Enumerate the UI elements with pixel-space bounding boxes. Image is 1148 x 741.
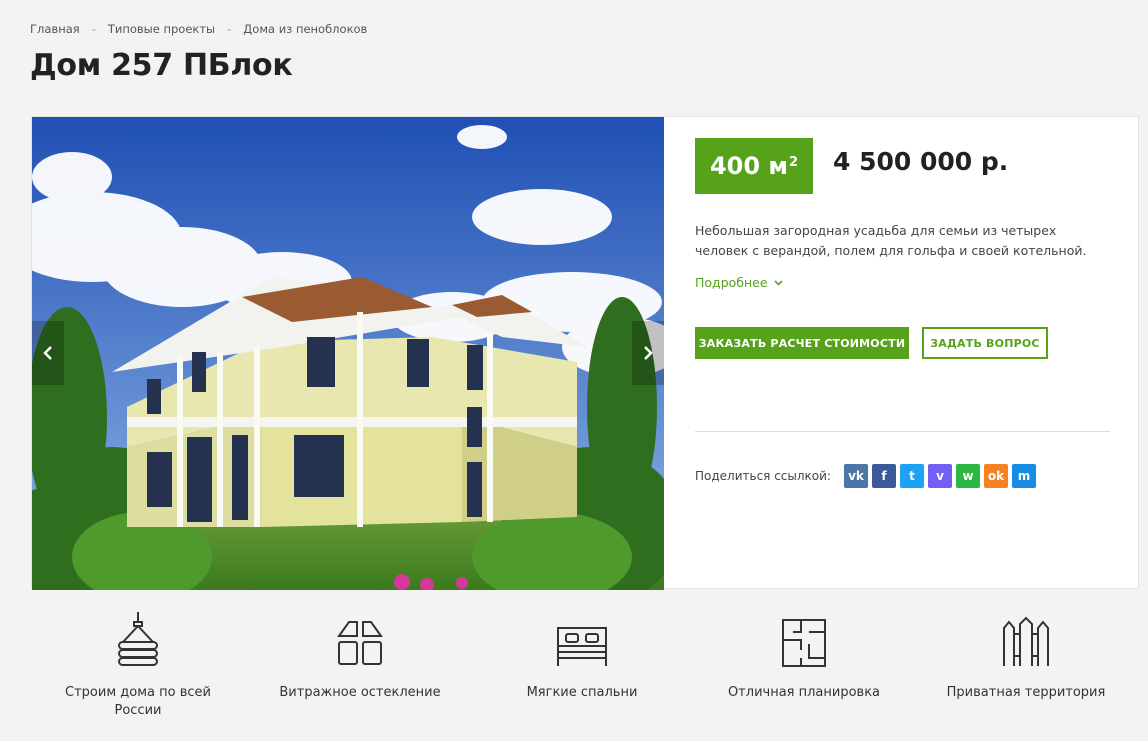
image-gallery (32, 117, 664, 590)
product-card: 400 м2 4 500 000 р. Небольшая загородная… (31, 116, 1140, 590)
gallery-prev-button[interactable] (32, 321, 64, 385)
chevron-down-icon (773, 279, 783, 286)
description: Небольшая загородная усадьба для семьи и… (695, 223, 1087, 258)
breadcrumb-separator: - (227, 22, 232, 36)
crane-logs-icon (118, 612, 158, 666)
breadcrumb: Главная - Типовые проекты - Дома из пено… (30, 22, 367, 36)
gallery-next-button[interactable] (632, 321, 664, 385)
breadcrumb-separator: - (91, 22, 96, 36)
feature-label: Отличная планировка (727, 685, 881, 700)
feature-glazing: Витражное остекление (270, 610, 450, 702)
bed-icon (557, 627, 607, 666)
area-badge: 400 м2 (695, 138, 813, 194)
features-row: Строим дома по всей России Витражное ост… (0, 610, 1148, 730)
feature-build-everywhere: Строим дома по всей России (48, 610, 228, 720)
house-photo (32, 117, 664, 590)
share-icons: vk f t v w ok m (844, 464, 1036, 488)
feature-label: Строим дома по всей России (65, 685, 211, 718)
whatsapp-icon[interactable]: w (956, 464, 980, 488)
window-glazing-icon (337, 621, 383, 665)
divider (695, 431, 1110, 432)
feature-label: Мягкие спальни (526, 685, 638, 700)
breadcrumb-home[interactable]: Главная (30, 22, 80, 36)
breadcrumb-foam-block-houses[interactable]: Дома из пеноблоков (243, 22, 367, 36)
moimir-icon[interactable]: m (1012, 464, 1036, 488)
order-calculation-button[interactable]: ЗАКАЗАТЬ РАСЧЕТ СТОИМОСТИ (695, 327, 909, 359)
feature-layout: Отличная планировка (714, 610, 894, 702)
page-title: Дом 257 ПБлок (30, 48, 293, 83)
feature-label: Приватная территория (946, 685, 1106, 700)
odnoklassniki-icon[interactable]: ok (984, 464, 1008, 488)
more-link[interactable]: Подробнее (695, 275, 783, 290)
chevron-left-icon (43, 346, 52, 360)
product-info: 400 м2 4 500 000 р. Небольшая загородная… (664, 117, 1140, 590)
viber-icon[interactable]: v (928, 464, 952, 488)
floor-plan-icon (782, 619, 826, 667)
ask-question-button[interactable]: ЗАДАТЬ ВОПРОС (922, 327, 1048, 359)
chevron-right-icon (644, 346, 653, 360)
more-label: Подробнее (695, 275, 768, 290)
area-unit-exponent: 2 (789, 154, 799, 170)
vk-icon[interactable]: vk (844, 464, 868, 488)
twitter-icon[interactable]: t (900, 464, 924, 488)
breadcrumb-projects[interactable]: Типовые проекты (108, 22, 215, 36)
feature-private-territory: Приватная территория (936, 610, 1116, 702)
share-label: Поделиться ссылкой: (695, 469, 831, 483)
feature-bedrooms: Мягкие спальни (492, 610, 672, 702)
feature-label: Витражное остекление (279, 685, 441, 700)
price: 4 500 000 р. (833, 147, 1009, 176)
fence-icon (1003, 616, 1049, 666)
facebook-icon[interactable]: f (872, 464, 896, 488)
area-value: 400 м (709, 152, 789, 180)
